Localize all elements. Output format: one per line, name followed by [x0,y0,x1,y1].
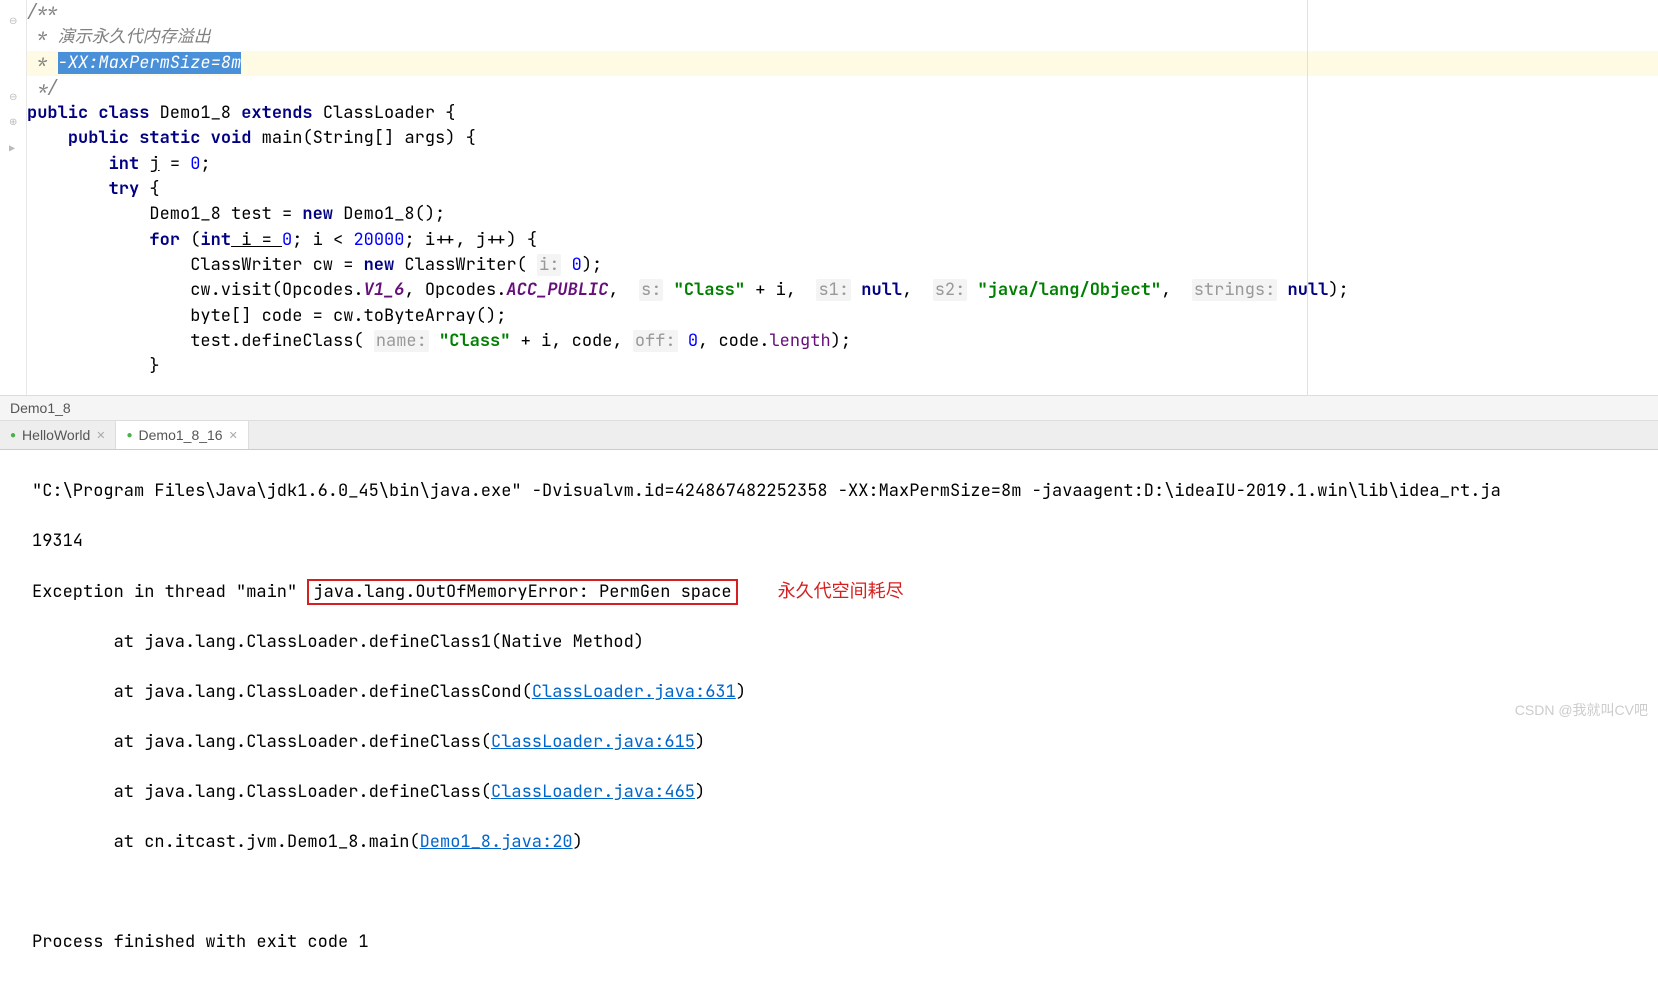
code-line: ClassWriter cw = new ClassWriter( i: 0); [27,253,1658,278]
code-line-caret: * -XX:MaxPermSize=8m [27,51,1658,76]
console-line: at java.lang.ClassLoader.defineClass(Cla… [32,780,1650,805]
code-line: for (int i = 0; i < 20000; i++, j++) { [27,228,1658,253]
tab-label: Demo1_8_16 [139,427,223,443]
right-margin-line [1307,0,1308,395]
close-icon[interactable]: ✕ [229,429,238,442]
console-line: at cn.itcast.jvm.Demo1_8.main(Demo1_8.ja… [32,830,1650,855]
tab-label: HelloWorld [22,427,90,443]
watermark: CSDN @我就叫CV吧 [1515,700,1648,720]
close-icon[interactable]: ✕ [96,429,105,442]
run-tool-tabs: ● HelloWorld ✕ ● Demo1_8_16 ✕ [0,421,1658,450]
console-line: at java.lang.ClassLoader.defineClass(Cla… [32,730,1650,755]
code-line: cw.visit(Opcodes.V1_6, Opcodes.ACC_PUBLI… [27,278,1658,303]
code-line: byte[] code = cw.toByteArray(); [27,304,1658,329]
code-line: int j = 0; [27,152,1658,177]
console-line-exception: Exception in thread "main" java.lang.Out… [32,579,1650,605]
stacktrace-link[interactable]: ClassLoader.java:465 [491,781,695,803]
console-output[interactable]: "C:\Program Files\Java\jdk1.6.0_45\bin\j… [0,450,1658,984]
run-tab-helloworld[interactable]: ● HelloWorld ✕ [0,421,116,449]
error-highlight-box: java.lang.OutOfMemoryError: PermGen spac… [307,579,737,605]
code-editor[interactable]: ⊖ ⊖ ⊕ ▶ /** * 演示永久代内存溢出 * -XX:MaxPermSiz… [0,0,1658,395]
console-line: "C:\Program Files\Java\jdk1.6.0_45\bin\j… [32,479,1650,504]
stacktrace-link[interactable]: Demo1_8.java:20 [420,831,573,853]
stacktrace-link[interactable]: ClassLoader.java:631 [532,681,736,703]
code-line: } [27,354,1658,379]
editor-gutter: ⊖ ⊖ ⊕ ▶ [0,0,27,395]
console-line: 19314 [32,529,1650,554]
run-icon: ● [10,430,16,441]
console-line: at java.lang.ClassLoader.defineClass1(Na… [32,630,1650,655]
code-line: try { [27,177,1658,202]
code-line: /** [27,0,1658,25]
annotation-label: 永久代空间耗尽 [778,581,904,601]
code-line: public class Demo1_8 extends ClassLoader… [27,101,1658,126]
code-line: test.defineClass( name: "Class" + i, cod… [27,329,1658,354]
breadcrumb[interactable]: Demo1_8 [0,395,1658,421]
code-line: */ [27,76,1658,101]
console-line: at java.lang.ClassLoader.defineClassCond… [32,680,1650,705]
run-icon: ● [126,430,132,441]
code-line: * 演示永久代内存溢出 [27,25,1658,50]
code-line: public static void main(String[] args) { [27,126,1658,151]
code-line: Demo1_8 test = new Demo1_8(); [27,202,1658,227]
console-line: Process finished with exit code 1 [32,930,1650,955]
run-tab-demo18_16[interactable]: ● Demo1_8_16 ✕ [116,421,248,449]
console-line [32,880,1650,905]
stacktrace-link[interactable]: ClassLoader.java:615 [491,731,695,753]
